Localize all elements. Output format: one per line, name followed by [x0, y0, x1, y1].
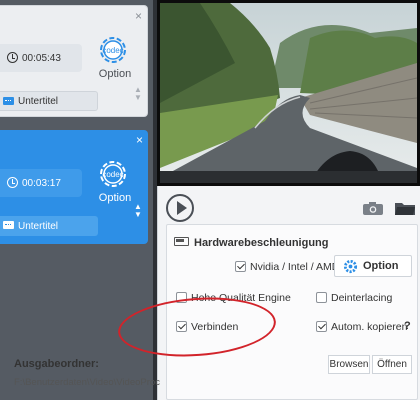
- browse-button[interactable]: Browsen: [328, 355, 370, 374]
- duration-value: 00:05:43: [22, 52, 61, 64]
- close-icon[interactable]: ×: [135, 10, 142, 22]
- codec-label: codec: [102, 46, 123, 55]
- folder-icon[interactable]: [394, 201, 416, 216]
- help-icon[interactable]: ?: [404, 320, 411, 332]
- auto-copy-label: Autom. kopieren: [331, 321, 408, 333]
- option-label[interactable]: Option: [95, 68, 135, 80]
- subtitle-label: Untertitel: [18, 220, 59, 232]
- play-button[interactable]: [166, 194, 194, 222]
- hardware-title: Hardwarebeschleunigung: [194, 237, 329, 249]
- subtitle-icon: [3, 97, 14, 105]
- duration-display: 00:03:17: [0, 169, 82, 197]
- arrow-down-icon[interactable]: ▼: [133, 211, 143, 219]
- video-frame: [160, 3, 417, 183]
- subtitle-selector[interactable]: Untertitel: [0, 91, 98, 111]
- hardware-option-button[interactable]: Option: [334, 255, 412, 277]
- output-folder-title: Ausgabeordner:: [14, 358, 99, 370]
- subtitle-selector[interactable]: Untertitel: [0, 216, 98, 236]
- video-preview[interactable]: [157, 0, 420, 186]
- deinterlacing-label: Deinterlacing: [331, 292, 393, 304]
- close-icon[interactable]: ×: [136, 134, 143, 146]
- clock-icon: [7, 52, 18, 63]
- reorder-arrows[interactable]: ▲ ▼: [133, 203, 143, 219]
- duration-display: 00:05:43: [0, 44, 82, 72]
- reorder-arrows[interactable]: ▲ ▼: [133, 86, 143, 102]
- arrow-down-icon[interactable]: ▼: [133, 94, 143, 102]
- subtitle-label: Untertitel: [18, 95, 59, 107]
- task-item-selected[interactable]: × 00:03:17 codec Option Untertitel: [0, 130, 148, 244]
- auto-copy-checkbox[interactable]: [316, 321, 327, 332]
- gpu-icon: [174, 237, 189, 246]
- duration-value: 00:03:17: [22, 177, 61, 189]
- gpu-label: Nvidia / Intel / AMD: [250, 261, 340, 273]
- clock-icon: [7, 177, 18, 188]
- codec-gear-icon[interactable]: codec: [96, 33, 130, 67]
- codec-gear-icon[interactable]: codec: [96, 157, 130, 191]
- gear-icon: [343, 259, 358, 274]
- camera-icon[interactable]: [362, 201, 384, 216]
- option-button-label: Option: [363, 260, 399, 272]
- output-folder-path: F:\Benutzerdaten\Video\VideoProc: [14, 377, 160, 388]
- deinterlacing-checkbox[interactable]: [316, 292, 327, 303]
- gpu-checkbox[interactable]: [235, 261, 246, 272]
- option-label[interactable]: Option: [95, 192, 135, 204]
- open-button[interactable]: Öffnen: [372, 355, 412, 374]
- subtitle-icon: [3, 221, 14, 229]
- codec-label: codec: [102, 170, 123, 179]
- task-item[interactable]: × 00:05:43 codec Option Untertitel ▲ ▼: [0, 5, 148, 117]
